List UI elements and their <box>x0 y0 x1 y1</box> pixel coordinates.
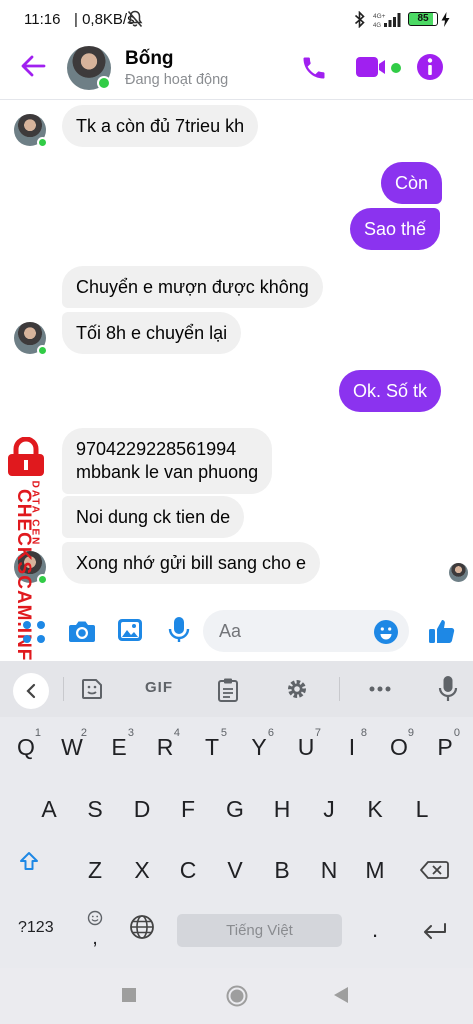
message-bubble[interactable]: 9704229228561994 mbbank le van phuong <box>62 428 273 494</box>
video-camera-icon[interactable] <box>355 56 389 78</box>
status-bar: 11:16 | 0,8KB/s 4G+ 4G 85 <box>0 0 473 40</box>
composer-bar <box>0 603 473 661</box>
back-chevron-icon[interactable] <box>13 673 49 709</box>
key-h[interactable]: H <box>261 786 303 832</box>
message-bubble[interactable]: Noi dung ck tien de <box>62 496 245 538</box>
toolbar-divider <box>339 677 340 701</box>
space-key[interactable]: Tiếng Việt <box>177 914 342 947</box>
key-c[interactable]: C <box>167 847 209 893</box>
key-m[interactable]: M <box>354 847 396 893</box>
message-bubble[interactable]: Chuyển e mượn được không <box>62 266 323 308</box>
battery-icon: 85 <box>408 12 438 26</box>
globe-icon[interactable] <box>129 914 155 940</box>
comma-label: , <box>92 927 98 949</box>
key-z[interactable]: Z <box>74 847 116 893</box>
contact-status: Đang hoạt động <box>125 72 229 88</box>
signal-4g-icon: 4G+ 4G <box>373 13 401 28</box>
key-a[interactable]: A <box>28 786 70 832</box>
key-p[interactable]: P0 <box>424 724 466 770</box>
sticker-icon[interactable] <box>80 677 104 701</box>
more-icon[interactable] <box>369 686 391 692</box>
keyboard-toolbar: GIF <box>0 661 473 717</box>
microphone-icon[interactable] <box>168 616 190 644</box>
conversation-header: Bống Đang hoạt động <box>0 40 473 98</box>
key-x[interactable]: X <box>121 847 163 893</box>
charging-icon <box>441 12 450 27</box>
key-g[interactable]: G <box>214 786 256 832</box>
info-icon[interactable] <box>416 53 444 81</box>
gallery-icon[interactable] <box>117 617 143 643</box>
clipboard-icon[interactable] <box>217 677 239 703</box>
settings-icon[interactable] <box>285 677 309 701</box>
online-indicator <box>97 76 111 90</box>
recents-icon[interactable] <box>122 988 136 1002</box>
phone-icon[interactable] <box>300 54 328 82</box>
key-j[interactable]: J <box>308 786 350 832</box>
key-b[interactable]: B <box>261 847 303 893</box>
message-line: 9704229228561994 <box>76 439 237 459</box>
enter-icon[interactable] <box>423 923 447 939</box>
key-l[interactable]: L <box>401 786 443 832</box>
contact-name[interactable]: Bống <box>125 48 174 70</box>
voice-input-icon[interactable] <box>438 675 458 703</box>
key-e[interactable]: E3 <box>98 724 140 770</box>
key-t[interactable]: T5 <box>191 724 233 770</box>
lock-icon <box>8 437 44 476</box>
online-indicator <box>37 137 48 148</box>
key-i[interactable]: I8 <box>331 724 373 770</box>
key-q[interactable]: Q1 <box>5 724 47 770</box>
seen-avatar <box>449 563 468 582</box>
like-icon[interactable] <box>428 617 456 645</box>
system-navigation-bar <box>0 968 473 1024</box>
svg-text:4G: 4G <box>373 23 381 28</box>
key-v[interactable]: V <box>214 847 256 893</box>
camera-icon[interactable] <box>68 618 96 644</box>
svg-text:4G+: 4G+ <box>373 13 386 20</box>
emoji-small-icon <box>87 910 103 926</box>
symbols-key[interactable]: ?123 <box>18 919 54 937</box>
key-r[interactable]: R4 <box>144 724 186 770</box>
back-arrow-icon[interactable] <box>20 53 46 79</box>
notifications-off-icon <box>127 10 143 28</box>
key-k[interactable]: K <box>354 786 396 832</box>
message-bubble[interactable]: Tối 8h e chuyển lại <box>62 312 242 354</box>
online-indicator <box>37 345 48 356</box>
key-d[interactable]: D <box>121 786 163 832</box>
key-o[interactable]: O9 <box>378 724 420 770</box>
gif-icon[interactable]: GIF <box>145 679 173 696</box>
message-bubble[interactable]: Còn <box>381 162 443 204</box>
back-icon[interactable] <box>333 986 349 1004</box>
backspace-icon[interactable] <box>419 860 449 880</box>
message-bubble[interactable]: Tk a còn đủ 7trieu kh <box>62 105 259 147</box>
home-icon[interactable] <box>226 985 248 1007</box>
emoji-icon[interactable] <box>374 620 398 644</box>
message-line: mbbank le van phuong <box>76 462 259 482</box>
keyboard: GIF Q1 W2 E3 R4 T5 Y6 U7 I8 O9 P0 A S D … <box>0 661 473 968</box>
video-online-indicator <box>391 63 401 73</box>
message-bubble[interactable]: Ok. Số tk <box>339 370 442 412</box>
menu-dots-icon[interactable] <box>22 620 46 644</box>
toolbar-divider <box>63 677 64 701</box>
network-speed: | 0,8KB/s <box>74 11 135 28</box>
status-time: 11:16 <box>24 11 61 28</box>
key-y[interactable]: Y6 <box>238 724 280 770</box>
message-bubble[interactable]: Sao thế <box>350 208 441 250</box>
key-n[interactable]: N <box>308 847 350 893</box>
bluetooth-icon <box>354 11 365 28</box>
comma-key[interactable]: , <box>87 910 103 949</box>
key-u[interactable]: U7 <box>285 724 327 770</box>
key-s[interactable]: S <box>74 786 116 832</box>
key-f[interactable]: F <box>167 786 209 832</box>
header-divider <box>0 99 473 100</box>
key-w[interactable]: W2 <box>51 724 93 770</box>
shift-icon[interactable] <box>18 850 40 872</box>
message-bubble[interactable]: Xong nhớ gửi bill sang cho e <box>62 542 321 584</box>
period-key[interactable]: . <box>372 917 378 943</box>
